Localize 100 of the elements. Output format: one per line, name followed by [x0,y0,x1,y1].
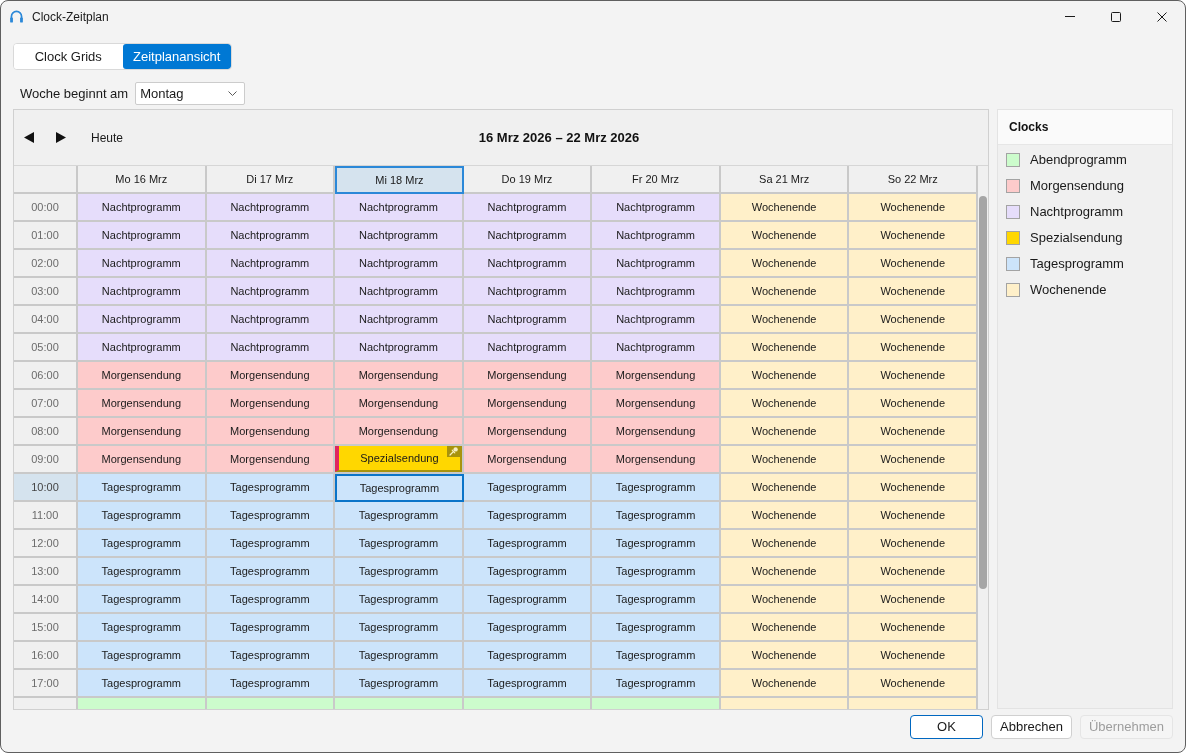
schedule-cell[interactable]: Nachtprogramm [463,306,593,334]
schedule-cell[interactable]: Tagesprogramm [592,502,721,530]
schedule-cell[interactable]: Tagesprogramm [335,530,464,558]
schedule-cell[interactable]: Nachtprogramm [335,194,464,222]
schedule-cell[interactable]: Tagesprogramm [592,670,721,698]
schedule-cell[interactable]: Tagesprogramm [206,502,336,530]
schedule-cell[interactable]: Nachtprogramm [592,250,721,278]
schedule-cell[interactable]: Wochenende [720,474,850,502]
schedule-cell[interactable]: Tagesprogramm [592,474,721,502]
view-tab[interactable]: Zeitplanansicht [122,44,231,69]
schedule-cell[interactable]: Tagesprogramm [335,474,464,502]
schedule-cell[interactable]: Morgensendung [463,418,593,446]
schedule-cell[interactable]: Tagesprogramm [463,502,593,530]
schedule-cell[interactable]: Nachtprogramm [592,334,721,362]
schedule-cell[interactable]: Morgensendung [592,390,721,418]
schedule-cell[interactable]: Morgensendung [592,362,721,390]
schedule-cell[interactable]: Tagesprogramm [335,670,464,698]
schedule-cell[interactable]: Tagesprogramm [206,642,336,670]
schedule-cell[interactable]: Wochenende [720,670,850,698]
schedule-cell[interactable]: Wochenende [849,390,978,418]
schedule-cell[interactable]: Wochenende [849,558,978,586]
schedule-cell[interactable]: Wochenende [849,278,978,306]
schedule-cell[interactable]: Wochenende [849,474,978,502]
schedule-cell[interactable]: Nachtprogramm [78,334,207,362]
schedule-cell[interactable]: Morgensendung [463,390,593,418]
schedule-cell[interactable]: Wochenende [720,418,850,446]
schedule-cell[interactable]: Tagesprogramm [206,558,336,586]
schedule-cell[interactable]: Wochenende [849,334,978,362]
schedule-cell[interactable]: Tagesprogramm [592,586,721,614]
schedule-cell[interactable]: Nachtprogramm [206,194,336,222]
today-button[interactable]: Heute [84,125,131,150]
schedule-cell[interactable]: Wochenende [720,194,850,222]
schedule-cell[interactable]: Tagesprogramm [463,670,593,698]
schedule-cell[interactable]: Tagesprogramm [78,474,207,502]
schedule-cell[interactable]: Nachtprogramm [206,250,336,278]
schedule-cell[interactable]: Morgensendung [78,362,207,390]
schedule-cell[interactable] [720,698,850,709]
schedule-cell[interactable] [849,698,978,709]
schedule-cell[interactable]: Morgensendung [206,418,336,446]
schedule-cell[interactable]: Wochenende [720,586,850,614]
schedule-cell[interactable]: Nachtprogramm [78,306,207,334]
schedule-cell[interactable]: Morgensendung [592,418,721,446]
schedule-cell[interactable] [206,698,336,709]
schedule-cell[interactable]: Tagesprogramm [78,642,207,670]
schedule-cell[interactable]: Wochenende [720,306,850,334]
schedule-cell[interactable]: Tagesprogramm [335,558,464,586]
schedule-cell[interactable]: Nachtprogramm [78,222,207,250]
schedule-cell[interactable]: Nachtprogramm [206,334,336,362]
week-start-select[interactable]: Montag [135,82,246,105]
schedule-cell[interactable]: Wochenende [720,334,850,362]
schedule-cell[interactable]: Tagesprogramm [592,614,721,642]
schedule-cell[interactable]: Morgensendung [335,390,464,418]
schedule-cell[interactable]: Tagesprogramm [335,642,464,670]
schedule-cell[interactable]: Wochenende [849,614,978,642]
schedule-cell[interactable]: Tagesprogramm [592,642,721,670]
schedule-cell[interactable]: Wochenende [720,222,850,250]
schedule-cell[interactable]: Wochenende [720,362,850,390]
schedule-cell[interactable]: Wochenende [720,614,850,642]
schedule-cell[interactable]: Nachtprogramm [463,278,593,306]
schedule-cell[interactable]: Tagesprogramm [463,474,593,502]
schedule-cell[interactable]: Tagesprogramm [592,558,721,586]
schedule-cell[interactable]: Nachtprogramm [206,306,336,334]
schedule-cell[interactable]: Nachtprogramm [463,222,593,250]
schedule-cell[interactable]: Morgensendung [463,446,593,474]
schedule-cell[interactable] [78,698,207,709]
schedule-cell[interactable]: Nachtprogramm [78,194,207,222]
schedule-cell[interactable]: Tagesprogramm [335,614,464,642]
schedule-cell[interactable]: Nachtprogramm [206,278,336,306]
schedule-cell[interactable]: Morgensendung [463,362,593,390]
schedule-cell[interactable]: Wochenende [849,446,978,474]
schedule-cell[interactable]: Wochenende [720,390,850,418]
schedule-cell[interactable]: Wochenende [720,558,850,586]
schedule-cell[interactable]: Tagesprogramm [463,614,593,642]
schedule-cell[interactable]: Nachtprogramm [463,250,593,278]
schedule-cell[interactable]: Wochenende [849,194,978,222]
schedule-cell[interactable]: Morgensendung [78,418,207,446]
schedule-cell[interactable] [592,698,721,709]
schedule-cell[interactable]: Nachtprogramm [335,250,464,278]
schedule-cell[interactable]: Wochenende [849,250,978,278]
schedule-cell[interactable]: Morgensendung [335,362,464,390]
schedule-cell[interactable]: Tagesprogramm [206,670,336,698]
schedule-cell[interactable]: Wochenende [720,642,850,670]
schedule-cell[interactable]: Wochenende [849,502,978,530]
schedule-cell[interactable] [463,698,593,709]
schedule-cell[interactable]: Wochenende [720,502,850,530]
schedule-cell[interactable]: Tagesprogramm [206,474,336,502]
schedule-cell[interactable]: Morgensendung [335,418,464,446]
schedule-cell[interactable]: Tagesprogramm [335,502,464,530]
schedule-cell[interactable]: Nachtprogramm [592,278,721,306]
schedule-cell[interactable]: Morgensendung [206,446,336,474]
schedule-cell[interactable]: Nachtprogramm [206,222,336,250]
schedule-cell[interactable]: Nachtprogramm [335,334,464,362]
dialog-button[interactable]: Abbrechen [991,715,1072,739]
schedule-cell[interactable]: Tagesprogramm [78,586,207,614]
schedule-cell[interactable]: Nachtprogramm [592,222,721,250]
schedule-cell[interactable]: Nachtprogramm [335,222,464,250]
schedule-cell[interactable]: Tagesprogramm [78,530,207,558]
schedule-cell[interactable]: Nachtprogramm [463,334,593,362]
schedule-cell[interactable]: Morgensendung [592,446,721,474]
schedule-cell[interactable]: Nachtprogramm [335,278,464,306]
